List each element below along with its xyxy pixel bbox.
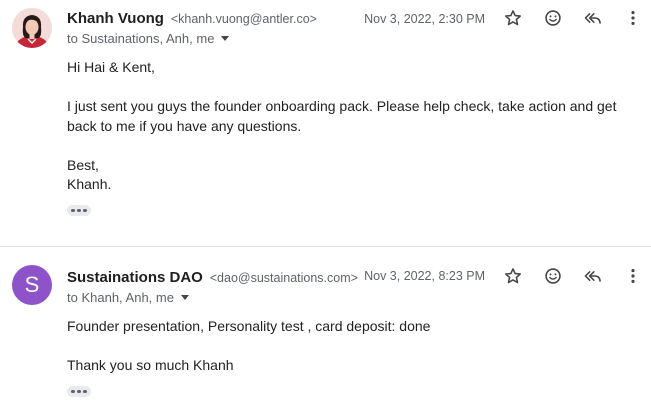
chevron-down-icon (221, 36, 230, 41)
ellipsis-dot (77, 208, 81, 213)
ellipsis-dot (77, 389, 81, 394)
sender-email: <khanh.vuong@antler.co> (170, 12, 317, 26)
sender-line: Sustainations DAO <dao@sustainations.com… (67, 269, 358, 286)
ellipsis-dot (83, 208, 87, 213)
more-vert-icon (631, 269, 635, 283)
body-line: Founder presentation, Personality test ,… (67, 318, 431, 334)
profile-photo (12, 8, 52, 48)
avatar[interactable]: S (12, 265, 52, 305)
body-line (67, 337, 637, 357)
body-line: Thank you so much Khanh (67, 357, 234, 373)
add-reaction-button[interactable] (539, 4, 567, 32)
message-body: Founder presentation, Personality test ,… (67, 317, 637, 376)
more-options-button[interactable] (619, 262, 647, 290)
star-icon (504, 10, 522, 26)
more-vert-icon (631, 11, 635, 25)
sender-line: Khanh Vuong <khanh.vuong@antler.co> (67, 10, 317, 27)
ellipsis-dot (71, 208, 75, 213)
recipients-toggle[interactable]: to Khanh, Anh, me (67, 290, 189, 305)
body-line (67, 78, 637, 98)
email-thread: Khanh Vuong <khanh.vuong@antler.co> to S… (0, 0, 651, 415)
body-line (67, 136, 637, 156)
body-line: Khanh. (67, 176, 112, 192)
message-date: Nov 3, 2022, 2:30 PM (364, 12, 485, 26)
add-reaction-button[interactable] (539, 262, 567, 290)
reply-all-button[interactable] (579, 262, 607, 290)
show-trimmed-content-button[interactable] (67, 386, 91, 397)
chevron-down-icon (180, 295, 189, 300)
more-options-button[interactable] (619, 4, 647, 32)
reply-all-button[interactable] (579, 4, 607, 32)
avatar[interactable] (12, 8, 52, 48)
message-date: Nov 3, 2022, 8:23 PM (364, 269, 485, 283)
sender-name[interactable]: Khanh Vuong (67, 10, 164, 27)
message-sustainations-dao: S Sustainations DAO <dao@sustainations.c… (0, 247, 651, 415)
sender-name[interactable]: Sustainations DAO (67, 269, 203, 286)
star-icon (504, 268, 522, 284)
recipients-toggle[interactable]: to Sustainations, Anh, me (67, 31, 230, 46)
add-reaction-icon (545, 268, 561, 284)
star-button[interactable] (499, 4, 527, 32)
reply-all-icon (584, 271, 601, 282)
sender-email: <dao@sustainations.com> (209, 271, 358, 285)
recipients-label: to Sustainations, Anh, me (67, 31, 215, 46)
ellipsis-dot (83, 389, 87, 394)
message-body: Hi Hai & Kent, I just sent you guys the … (67, 58, 637, 195)
message-khanh-vuong: Khanh Vuong <khanh.vuong@antler.co> to S… (0, 0, 651, 246)
body-line: Hi Hai & Kent, (67, 59, 155, 75)
reply-all-icon (584, 13, 601, 24)
ellipsis-dot (71, 389, 75, 394)
star-button[interactable] (499, 262, 527, 290)
add-reaction-icon (545, 10, 561, 26)
body-line: I just sent you guys the founder onboard… (67, 98, 617, 134)
body-line: Best, (67, 156, 99, 173)
recipients-label: to Khanh, Anh, me (67, 290, 174, 305)
show-trimmed-content-button[interactable] (67, 205, 91, 216)
